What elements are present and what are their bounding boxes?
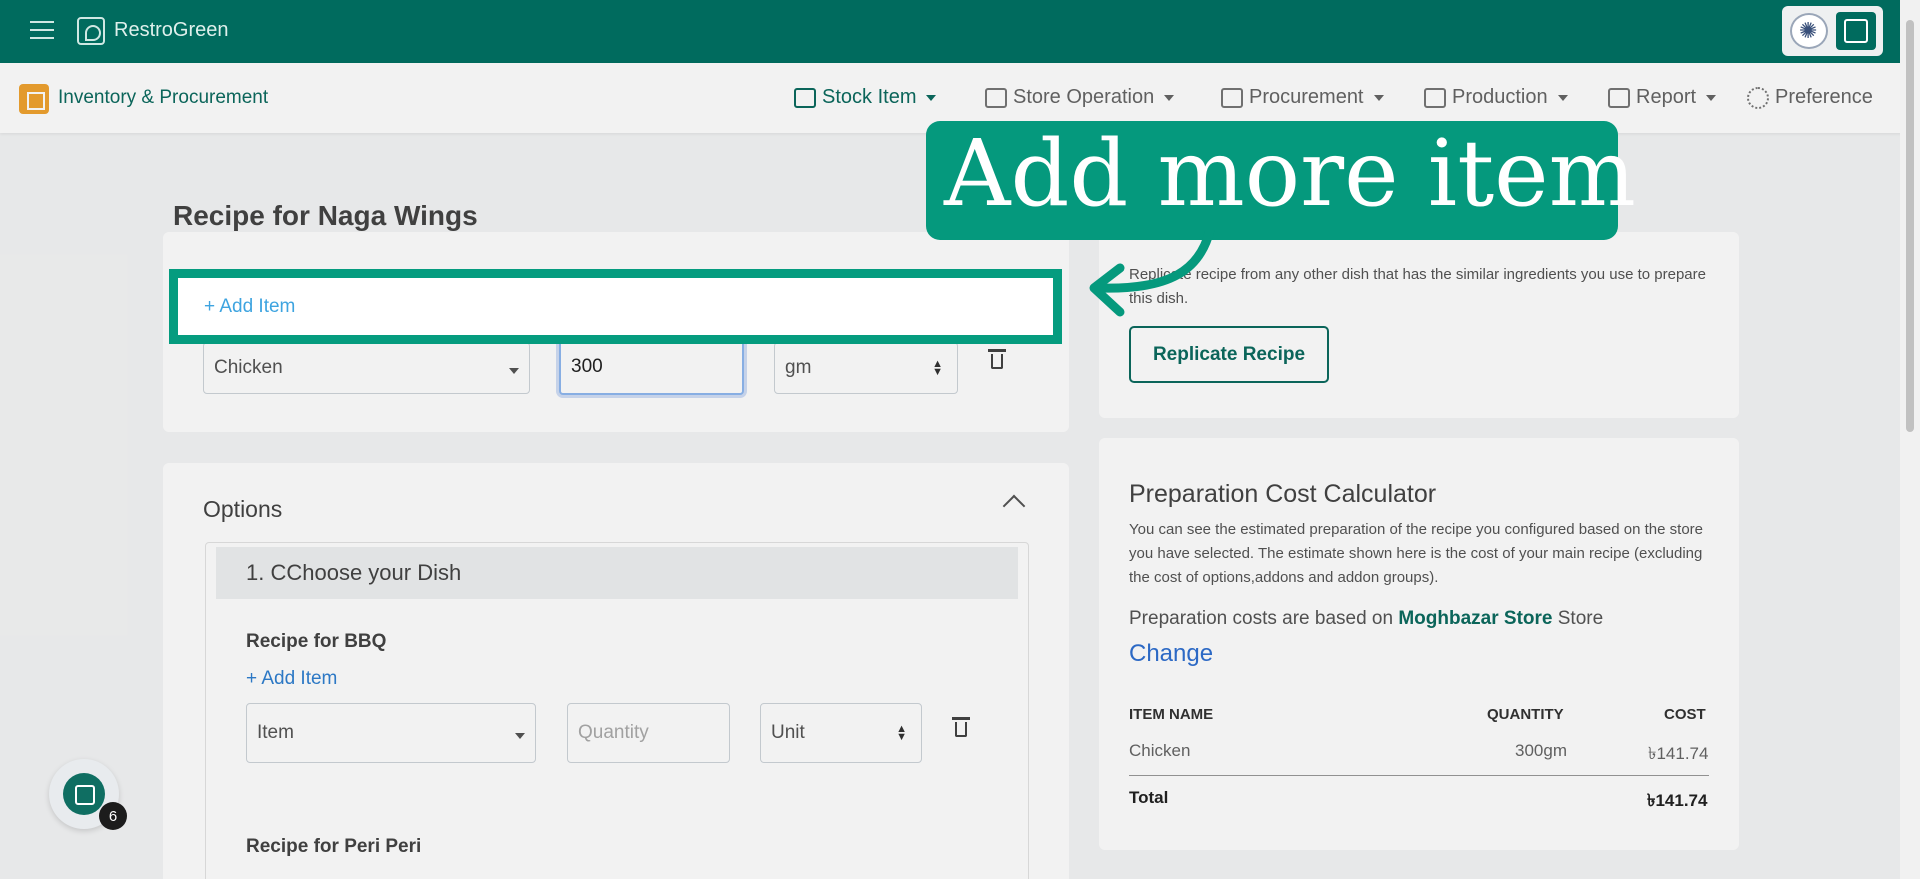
user-widget[interactable] (1782, 6, 1883, 56)
curved-arrow-icon (1089, 230, 1215, 317)
brand-name: RestroGreen (114, 19, 229, 41)
menu-icon[interactable] (30, 21, 54, 41)
add-item-link[interactable]: + Add Item (204, 296, 295, 318)
highlight-frame (169, 269, 1062, 344)
notification-badge: 6 (99, 802, 127, 830)
scrollbar-thumb[interactable] (1906, 20, 1914, 432)
brand-logo-icon (77, 17, 105, 45)
tutorial-callout-text: Add more item (944, 120, 1636, 227)
avatar (1790, 13, 1828, 49)
app-switcher-icon (1836, 12, 1876, 50)
top-bar (0, 0, 1920, 63)
app-logo-icon (63, 773, 105, 815)
